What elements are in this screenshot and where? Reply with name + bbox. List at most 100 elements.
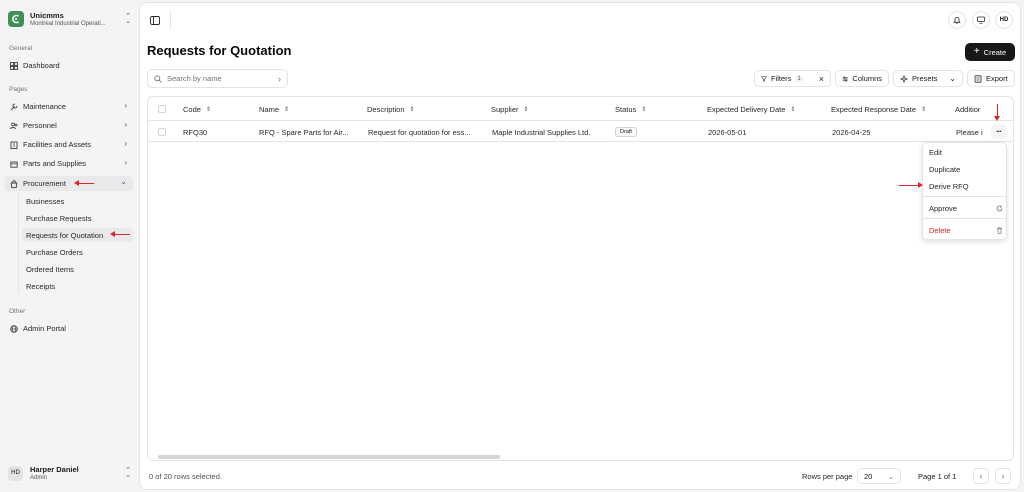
submenu-guide-line <box>18 193 19 293</box>
annotation-arrow-row-actions <box>994 104 1000 121</box>
dashboard-icon <box>9 61 18 70</box>
sort-icon: ⇕ <box>205 107 211 113</box>
cell-supplier: Maple Industrial Supplies Ltd. <box>492 128 591 137</box>
rows-per-page-value: 20 <box>864 471 873 481</box>
chevron-up-down-icon: ⌃ ⌄ <box>125 13 131 25</box>
column-header-name[interactable]: Name ⇕ <box>259 105 289 114</box>
sidebar-toggle-icon <box>150 15 160 25</box>
sort-icon: ⇕ <box>284 107 290 113</box>
annotation-arrow-requests-for-quotation <box>110 231 130 237</box>
search-placeholder: Search by name <box>167 74 222 83</box>
sidebar-subitem-requests-for-quotation[interactable]: Requests for Quotation <box>22 228 133 242</box>
chevron-right-icon: › <box>124 158 127 167</box>
sort-icon: ⇕ <box>921 107 927 113</box>
column-header-expected-response-date[interactable]: Expected Response Date ⇕ <box>831 105 926 114</box>
table-row[interactable]: RFQ30 RFQ - Spare Parts for Air... Reque… <box>148 122 1013 142</box>
sidebar-item-label: Facilities and Assets <box>23 140 91 149</box>
display-settings-button[interactable] <box>972 11 990 29</box>
cell-description: Request for quotation for ess... <box>368 128 471 137</box>
menu-item-approve[interactable]: Approve <box>929 204 1003 213</box>
group-label-general: General <box>9 45 33 52</box>
previous-page-button[interactable]: ‹ <box>973 468 989 484</box>
sort-icon: ⇕ <box>409 107 415 113</box>
sidebar-item-personnel[interactable]: Personnel › <box>5 118 133 133</box>
sidebar-item-label: Maintenance <box>23 102 66 111</box>
menu-item-duplicate[interactable]: Duplicate <box>929 165 1003 174</box>
notifications-button[interactable] <box>948 11 966 29</box>
column-header-description[interactable]: Description ⇕ <box>367 105 415 114</box>
rows-per-page-select[interactable]: 20 ⌄ <box>857 468 901 484</box>
menu-divider <box>923 218 1008 219</box>
column-header-expected-delivery-date[interactable]: Expected Delivery Date ⇕ <box>707 105 795 114</box>
annotation-arrow-derive-rfq <box>899 182 923 188</box>
menu-item-edit[interactable]: Edit <box>929 148 1003 157</box>
chevron-down-icon: ⌄ <box>887 471 894 481</box>
sidebar-subitem-businesses[interactable]: Businesses <box>22 194 133 208</box>
monitor-icon <box>977 16 985 24</box>
horizontal-scrollbar[interactable] <box>158 455 500 459</box>
export-icon <box>974 74 982 83</box>
row-select-checkbox[interactable] <box>158 128 166 136</box>
avatar: HD <box>8 465 23 481</box>
status-badge: Draft <box>615 127 637 137</box>
main-panel: HD Requests for Quotation + Create Searc… <box>139 2 1021 490</box>
clear-filters-icon[interactable]: × <box>819 74 824 84</box>
refresh-icon <box>996 205 1003 212</box>
search-input[interactable]: Search by name › <box>147 69 288 88</box>
user-menu[interactable]: HD Harper Daniel Admin ⌃ ⌄ <box>8 462 132 484</box>
user-avatar-button[interactable]: HD <box>995 11 1013 29</box>
search-icon <box>154 74 162 83</box>
sidebar-item-facilities[interactable]: Facilities and Assets › <box>5 137 133 152</box>
building-icon <box>9 140 18 149</box>
columns-button[interactable]: Columns <box>835 70 889 87</box>
sidebar: Unicmms Montreal Industrial Operati... ⌃… <box>0 0 139 492</box>
filters-count-badge: 1 <box>795 75 803 82</box>
people-icon <box>9 121 18 130</box>
row-actions-menu: Edit Duplicate Derive RFQ Approve Delete <box>922 142 1008 240</box>
chevron-right-icon: › <box>124 101 127 110</box>
cell-additional: Please i <box>956 128 983 137</box>
sidebar-item-admin-portal[interactable]: Admin Portal <box>5 321 133 336</box>
create-button[interactable]: + Create <box>965 43 1015 61</box>
sort-icon: ⇕ <box>790 107 796 113</box>
column-header-additional[interactable]: Additior <box>955 105 985 114</box>
box-icon <box>9 159 18 168</box>
cell-code: RFQ30 <box>183 128 208 137</box>
plus-icon: + <box>973 46 980 57</box>
sidebar-subitem-purchase-requests[interactable]: Purchase Requests <box>22 211 133 225</box>
sidebar-subitem-purchase-orders[interactable]: Purchase Orders <box>22 245 133 259</box>
topbar-divider <box>170 11 171 29</box>
sidebar-subitem-receipts[interactable]: Receipts <box>22 279 133 293</box>
workspace-subtitle: Montreal Industrial Operati... <box>30 20 106 27</box>
select-all-checkbox[interactable] <box>158 105 166 113</box>
export-button[interactable]: Export <box>967 70 1015 87</box>
sidebar-item-maintenance[interactable]: Maintenance › <box>5 99 133 114</box>
sidebar-item-parts[interactable]: Parts and Supplies › <box>5 156 133 171</box>
column-header-status[interactable]: Status ⇕ <box>615 105 646 114</box>
cell-expected-delivery-date: 2026-05-01 <box>708 128 747 137</box>
column-header-supplier[interactable]: Supplier ⇕ <box>491 105 529 114</box>
menu-item-delete[interactable]: Delete <box>929 226 1003 235</box>
sidebar-toggle-button[interactable] <box>148 13 162 27</box>
workspace-switcher[interactable]: Unicmms Montreal Industrial Operati... ⌃… <box>8 9 132 29</box>
brand-logo-icon <box>8 11 24 27</box>
presets-dropdown[interactable]: Presets ⌄ <box>893 70 963 87</box>
chevron-right-icon: › <box>1001 471 1005 481</box>
column-header-code[interactable]: Code ⇕ <box>183 105 211 114</box>
sparkle-icon <box>900 74 908 83</box>
sort-icon: ⇕ <box>641 107 647 113</box>
columns-icon <box>842 75 848 82</box>
filters-button[interactable]: Filters 1 × <box>754 70 831 87</box>
rfq-table: Code ⇕ Name ⇕ Description ⇕ Supplier ⇕ Statu… <box>147 96 1014 461</box>
sidebar-subitem-ordered-items[interactable]: Ordered Items <box>22 262 133 276</box>
bag-icon <box>9 179 18 188</box>
menu-item-derive-rfq[interactable]: Derive RFQ <box>929 182 1003 191</box>
sidebar-item-label: Personnel <box>23 121 57 130</box>
row-actions-button[interactable]: ··· <box>991 124 1006 139</box>
next-page-button[interactable]: › <box>995 468 1011 484</box>
sidebar-item-label: Parts and Supplies <box>23 159 86 168</box>
sidebar-item-dashboard[interactable]: Dashboard <box>5 58 133 73</box>
rows-per-page-label: Rows per page <box>802 472 853 481</box>
chevron-down-icon: ⌄ <box>120 177 127 186</box>
sidebar-item-procurement[interactable]: Procurement ⌄ <box>5 176 133 191</box>
